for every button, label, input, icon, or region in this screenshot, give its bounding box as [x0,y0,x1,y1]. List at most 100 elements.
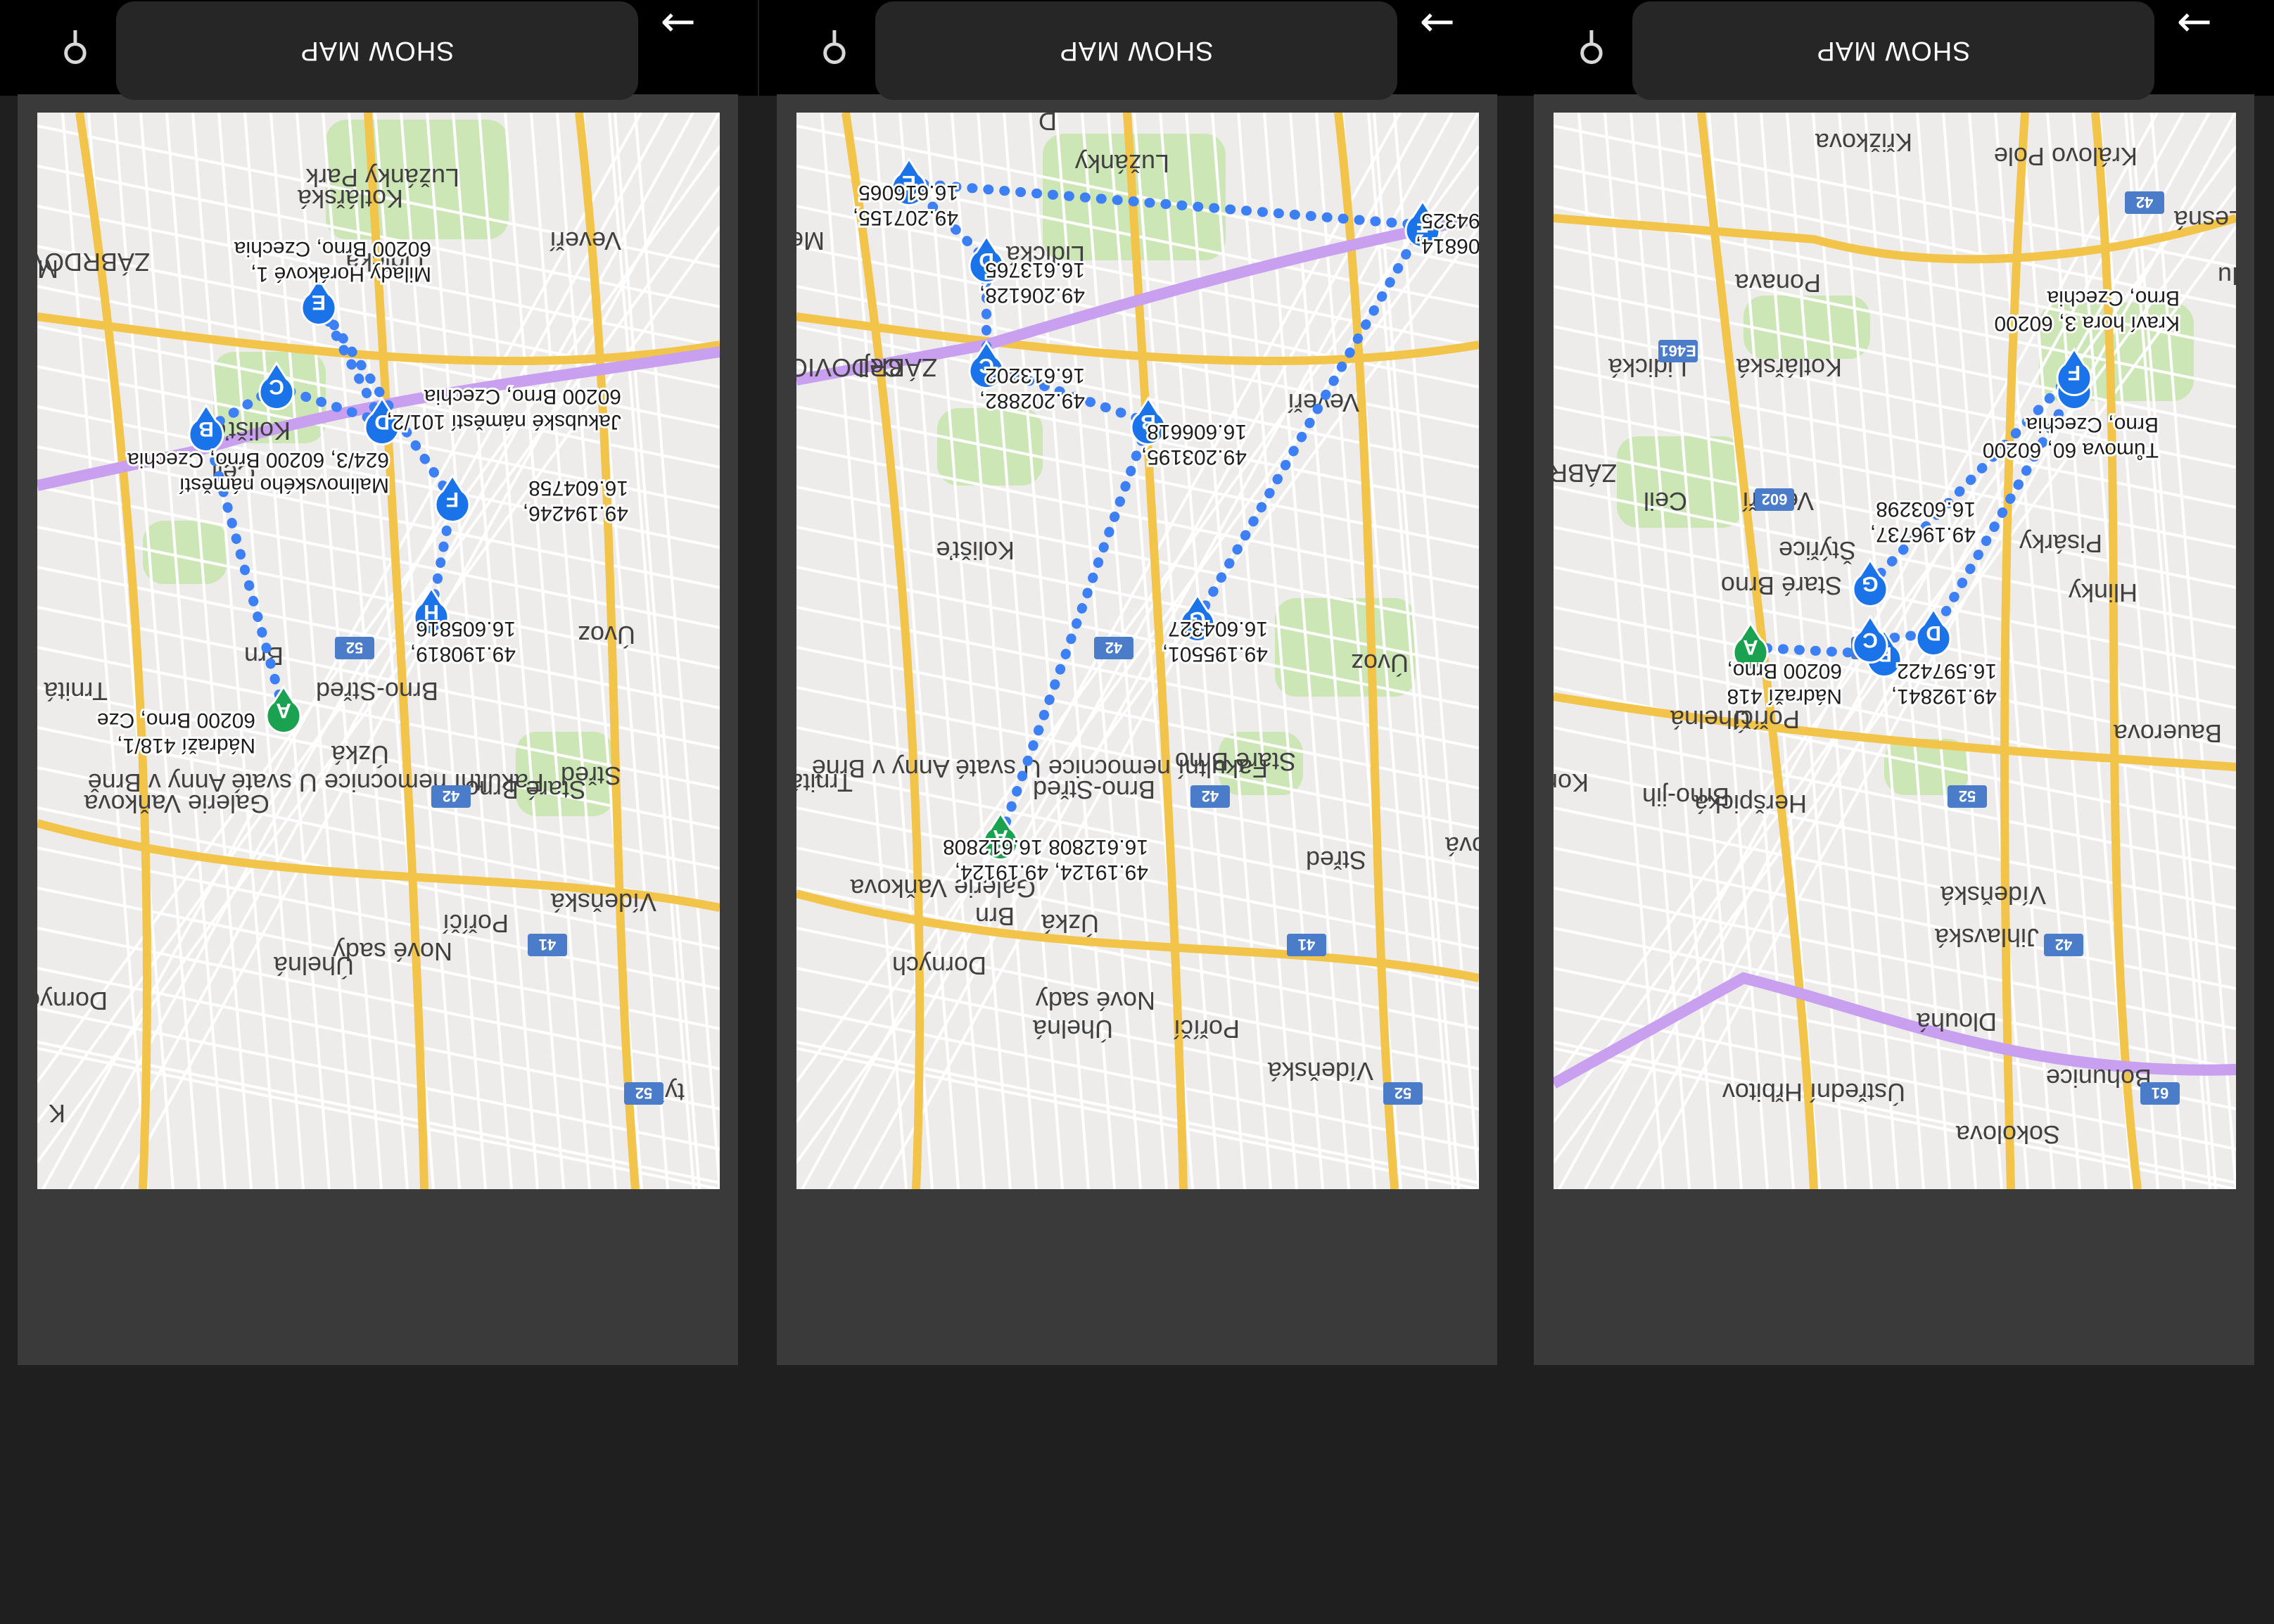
stop-coordinate-label: 16.605816 [416,617,516,640]
stop-coordinate-label: 49.206128, [979,284,1085,307]
road-number-label: 52 [346,639,363,656]
place-label: D [1038,113,1057,136]
stop-coordinate-label: Malinovského náměstí [179,474,389,497]
stop-coordinate-label: Nádraží 418 [1727,685,1842,708]
road-number-label: 42 [443,787,459,805]
place-label: Veveří [550,227,621,255]
route-map[interactable]: Královo PolePonavaVeveříŠtýřiceBrno-jihK… [1554,113,2236,1189]
road-number-label: E461 [1660,342,1696,360]
stop-coordinate-label: Kraví hora 3, 60200 [1994,312,2180,335]
stop-marker-letter: G [1862,572,1878,595]
stop-coordinate-label: 49.203195, [1141,445,1247,469]
place-label: K [49,1099,65,1128]
road-number-label: 41 [1298,936,1315,953]
place-label: Poříčí [443,909,509,938]
route-map[interactable]: Staré Brno Střed Trnitá Veveří Lužánky Park Z… [37,113,720,1189]
stop-coordinate-label: 16.613202 [985,364,1085,387]
stop-coordinate-label: 49.196737, [1870,523,1976,546]
stop-coordinate-label: Milady Horákové 1, [250,262,431,286]
place-label: Bauerova [2113,719,2222,748]
accessibility-icon[interactable]: ⚲ [47,21,103,75]
stop-coordinate-label: Tůmova 60, 60200 [1983,438,2159,462]
next-arrow-icon[interactable]: → [661,0,696,48]
place-label: Brno-Střed [316,677,438,706]
place-label: Hlinky [2069,578,2138,607]
place-label: Vídeňská [1267,1057,1373,1086]
place-label: Poříčí [1174,1015,1240,1043]
stop-coordinate-label: 16.604758 [528,476,628,500]
road-number-label: 52 [635,1084,652,1102]
stop-coordinate-label: Brno, Czechia [2026,413,2159,436]
phone-screen-3: ||| ▢ ‹ ⚲ → TTDP Staré BrnoStředTrnitáVe… [0,0,758,1624]
map-canvas[interactable]: Královo PolePonavaVeveříŠtýřiceBrno-jihK… [1554,113,2236,1189]
route-map[interactable]: Staré BrnoStředTrnitáVeveříLužánkyZÁBRDO… [796,113,1479,1189]
place-label: Úzká [1041,909,1099,938]
accessibility-icon[interactable]: ⚲ [806,21,863,75]
place-label: Ústřední Hřbitov [1722,1078,1905,1107]
place-label: Nové sady [1036,987,1155,1015]
phone-screen-2: ||| ▢ ‹ ⚲ → TTDP Staré BrnoStředTrnitáVe… [759,0,1517,1624]
stop-coordinate-label: 16.606618 [1147,420,1247,443]
stop-coordinate-label: 16.604327 [1168,617,1268,640]
place-label: Trnitá [43,677,108,706]
place-label: Dornych [37,987,108,1015]
stop-coordinate-label: 60200 Brno, Czechia [424,385,621,408]
show-map-button[interactable]: SHOW MAP [1632,1,2154,100]
stop-coordinate-label: 16.603298 [1876,497,1976,521]
stop-coordinate-label: 49.195501, [1162,642,1268,666]
place-label: Brn [975,902,1015,931]
road-number-label: 61 [2152,1084,2168,1102]
place-label: Merhautova [796,227,825,255]
stop-coordinate-label: 49.206814, [1416,234,1479,258]
show-map-button[interactable]: SHOW MAP [875,1,1397,100]
place-label: ová [1444,832,1479,861]
place-label: Úvoz [578,621,635,649]
place-label: Dlouhá [1916,1008,1997,1036]
stop-coordinate-label: 60200 Brno, Cze [97,709,255,732]
place-label: Vídeňská [550,888,656,917]
stop-coordinate-label: 60200 Brno, [1727,659,1842,683]
road-number-label: 42 [1105,639,1122,656]
place-label: Lužánky [1075,149,1169,178]
place-label: Ponava [1734,269,1821,298]
park-area [1275,598,1416,697]
next-arrow-icon[interactable]: → [2177,0,2212,48]
stop-coordinate-label: 16.597422 [1897,659,1997,683]
stop-coordinate-label: 16.612808 16.612808 [943,835,1148,858]
place-label: Hu [2218,262,2236,291]
stop-coordinate-label: 16.594325 [1421,209,1479,232]
place-label: Dornych [892,951,986,980]
stop-marker-letter: C [269,375,284,398]
show-map-button[interactable]: SHOW MAP [116,1,638,100]
place-label: Úhelná [1670,705,1751,734]
place-label: Úvoz [1351,649,1409,678]
map-card: Staré BrnoStředTrnitáVeveříLužánkyZÁBRDO… [777,1,1497,1365]
accessibility-icon[interactable]: ⚲ [1563,21,1620,75]
place-label: Křižkova [1815,128,1912,157]
place-label: Štýřice [1779,536,1856,565]
stop-coordinate-label: 624/3, 60200 Brno, Czechia [127,448,389,471]
place-label: Střed [561,761,621,790]
stop-coordinate-label: 16.613765 [985,258,1085,281]
place-label: Úzká [331,740,389,769]
next-arrow-icon[interactable]: → [1420,0,1455,48]
place-label: ZÁBRDOVICE [1554,459,1617,488]
place-label: Heršpická [1694,789,1807,818]
map-card: Staré Brno Střed Trnitá Veveří Lužánky Park Z… [18,1,738,1365]
road-number-label: 42 [2055,936,2072,953]
place-label: Pisárky [2019,529,2102,558]
place-label: Kolišťe [936,536,1015,565]
place-label: Cejl [858,353,902,382]
stop-coordinate-label: 60200 Brno, Czechia [234,237,431,260]
map-canvas[interactable]: Staré BrnoStředTrnitáVeveříLužánky ParkZ… [37,113,720,1189]
stop-marker-letter: C [1862,628,1878,652]
road-number-label: 52 [1959,787,1976,805]
place-label: Střed [1306,846,1366,875]
phone-screen-1: ||| ▢ ‹ ⚲ → TTDP Královo PolePonavaVeveř… [1516,0,2274,1624]
place-label: Staré Brno [1721,571,1842,600]
place-label: Vídeňská [1940,881,2046,910]
road-number-label: 52 [1395,1084,1411,1102]
place-label: Královo Pole [1994,142,2138,171]
stop-coordinate-label: Brno, Czechia [2047,286,2180,310]
map-canvas[interactable]: Staré BrnoStředTrnitáVeveříLužánkyZÁBRDO… [796,113,1479,1189]
